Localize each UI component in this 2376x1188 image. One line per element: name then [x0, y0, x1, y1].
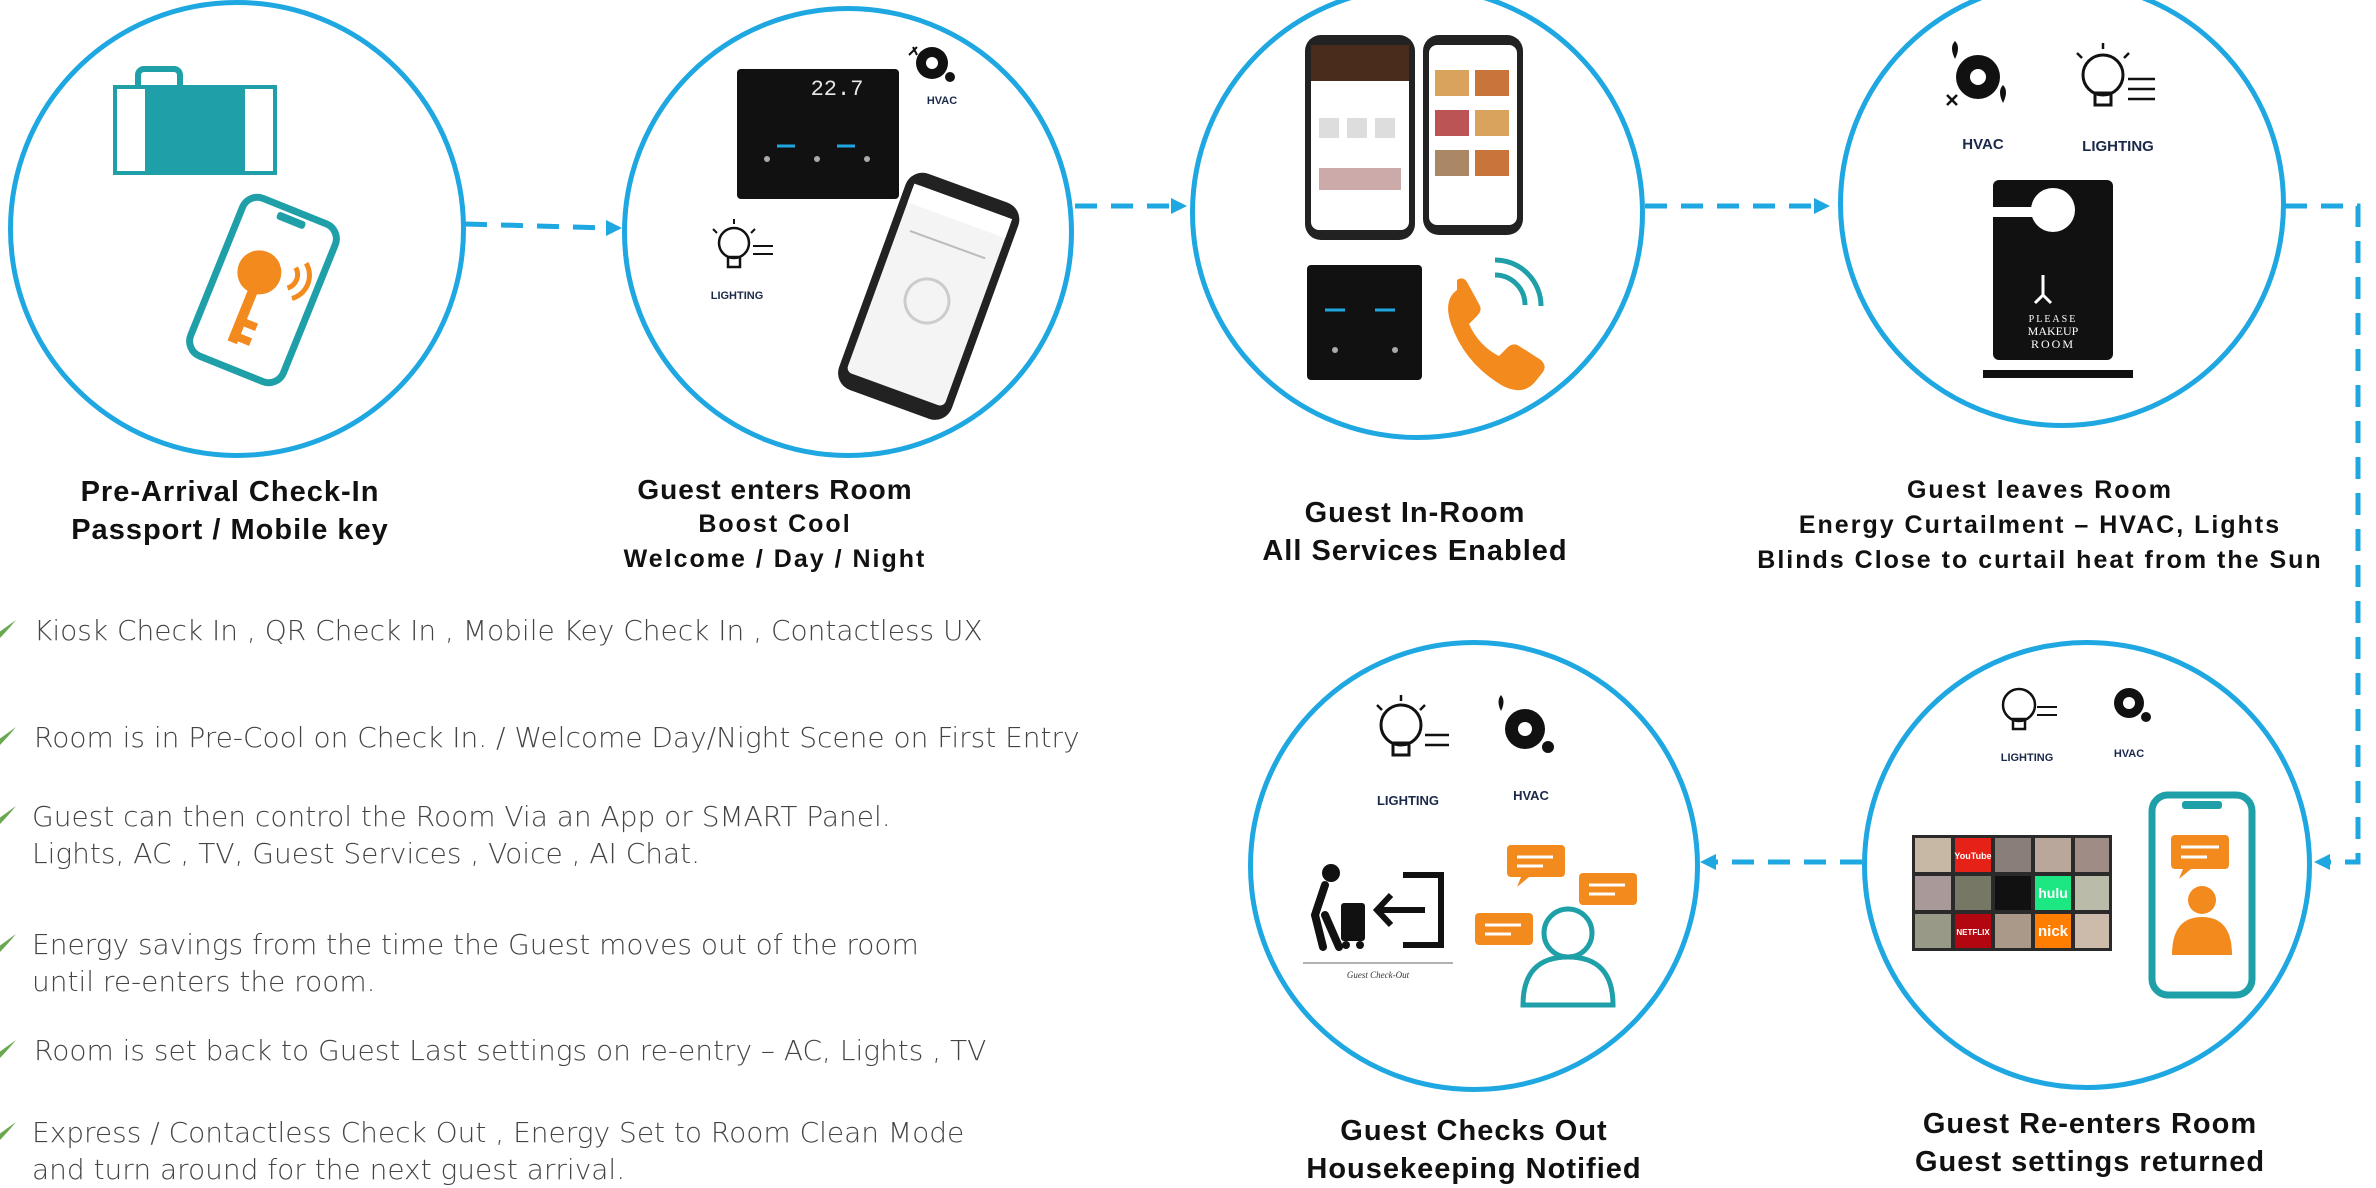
phone-app-icon [1305, 35, 1523, 240]
hanger-line-2: MAKEUP [2028, 324, 2079, 338]
hvac-icon: HVAC [908, 46, 957, 107]
hvac-label: HVAC [1962, 136, 2004, 153]
checkmark-icon [0, 620, 16, 638]
lighting-label: LIGHTING [2082, 138, 2154, 155]
arrowhead-3-4 [1814, 198, 1830, 214]
nick-label: nick [2038, 923, 2069, 940]
phone-app-icon [838, 172, 1020, 420]
smart-panel-icon: 22.7 [737, 69, 899, 199]
stage-6-title: Guest Checks Out Housekeeping Notified [1248, 1112, 1700, 1188]
stage-5-title: Guest Re-enters Room Guest settings retu… [1860, 1105, 2320, 1181]
stage-4-title-line-3: Blinds Close to curtail heat from the Su… [1757, 546, 2323, 574]
checkout-icon: Guest Check-Out [1303, 864, 1453, 980]
hvac-icon: HVAC [2114, 688, 2151, 760]
stage-1-circle [8, 0, 466, 458]
checkmark-icon [0, 727, 16, 745]
stage-2-title-line-1: Guest enters Room [637, 474, 913, 505]
stage-3-title-line-1: Guest In-Room [1304, 497, 1526, 529]
stage-5-title-line-1: Guest Re-enters Room [1922, 1108, 2258, 1140]
stage-4-title: Guest leaves Room Energy Curtailment – H… [1720, 473, 2360, 578]
stage-3-title-line-2: All Services Enabled [1262, 535, 1568, 567]
hvac-icon: HVAC [1946, 41, 2006, 153]
lighting-icon: LIGHTING [2076, 43, 2155, 155]
bullet-text: Kiosk Check In , QR Check In , Mobile Ke… [34, 614, 983, 647]
checkmark-icon [0, 934, 16, 952]
stage-6-title-line-1: Guest Checks Out [1340, 1115, 1608, 1147]
tv-apps-icon: YouTube hulu NETFLIX nick [1912, 835, 2112, 951]
bullet-text: Express / Contactless Check Out , Energy… [32, 1116, 965, 1186]
hvac-icon: HVAC [1498, 695, 1554, 803]
lighting-icon: LIGHTING [711, 219, 773, 302]
bullet-text: Energy savings from the time the Guest m… [32, 928, 919, 998]
checkmark-icon [0, 806, 16, 824]
stage-3-circle [1190, 0, 1645, 440]
stage-2-title: Guest enters Room Boost Cool Welcome / D… [560, 472, 990, 577]
suitcase-icon [113, 66, 277, 175]
stage-1-title: Pre-Arrival Check-In Passport / Mobile k… [0, 473, 460, 549]
lighting-label: LIGHTING [2001, 752, 2054, 764]
arrowhead-2-3 [1171, 198, 1187, 214]
hulu-label: hulu [2038, 885, 2068, 901]
lighting-label: LIGHTING [1377, 793, 1439, 808]
panel-display: 22.7 [811, 77, 864, 102]
bullet-text: Room is set back to Guest Last settings … [34, 1034, 987, 1067]
hvac-label: HVAC [927, 95, 957, 107]
stage-6-circle: LIGHTING HVAC Guest Check-Out [1248, 640, 1700, 1092]
youtube-label: YouTube [1954, 851, 1991, 861]
phone-call-icon [1448, 257, 1545, 391]
chat-person-icon [1475, 845, 1637, 1008]
stage-4-title-line-1: Guest leaves Room [1906, 476, 2174, 504]
connector-1-2 [464, 221, 611, 231]
lighting-icon: LIGHTING [2001, 687, 2057, 764]
hanger-line-3: ROOM [2031, 337, 2075, 351]
checkmark-icon [0, 1040, 16, 1058]
stage-5-circle: LIGHTING HVAC YouTube hulu NETFLIX nick [1862, 640, 2312, 1090]
stage-2-circle: 22.7 HVAC LIGHTING [622, 6, 1074, 458]
stage-5-title-line-2: Guest settings returned [1914, 1146, 2266, 1178]
checkout-label: Guest Check-Out [1347, 970, 1410, 980]
smart-panel-icon [1307, 265, 1422, 380]
mobile-key-icon [186, 193, 340, 387]
arrowhead-1-2 [606, 220, 622, 236]
checkmark-icon [0, 1122, 16, 1140]
arrowhead-5-6 [1700, 854, 1716, 870]
stage-2-title-line-2: Boost Cool [698, 510, 852, 538]
lighting-label: LIGHTING [711, 290, 764, 302]
bullet-text: Room is in Pre-Cool on Check In. / Welco… [34, 721, 1080, 754]
stage-2-title-line-3: Welcome / Day / Night [623, 545, 927, 573]
bullet-text: Guest can then control the Room Via an A… [32, 800, 891, 870]
stage-1-title-line-1: Pre-Arrival Check-In [80, 476, 380, 508]
door-hanger-icon: PLEASE MAKEUP ROOM [1983, 180, 2133, 378]
stage-3-title: Guest In-Room All Services Enabled [1200, 494, 1630, 570]
hvac-label: HVAC [2114, 748, 2144, 760]
arrowhead-4-5 [2314, 854, 2330, 870]
stage-4-title-line-2: Energy Curtailment – HVAC, Lights [1798, 511, 2282, 539]
hvac-label: HVAC [1513, 788, 1549, 803]
netflix-label: NETFLIX [1956, 928, 1990, 937]
stage-1-title-line-2: Passport / Mobile key [71, 514, 389, 546]
phone-chat-icon [2148, 791, 2256, 999]
stage-4-circle: HVAC LIGHTING PLEASE MAKEUP ROOM [1838, 0, 2286, 428]
lighting-icon: LIGHTING [1376, 695, 1449, 808]
stage-6-title-line-2: Housekeeping Notified [1306, 1153, 1642, 1185]
